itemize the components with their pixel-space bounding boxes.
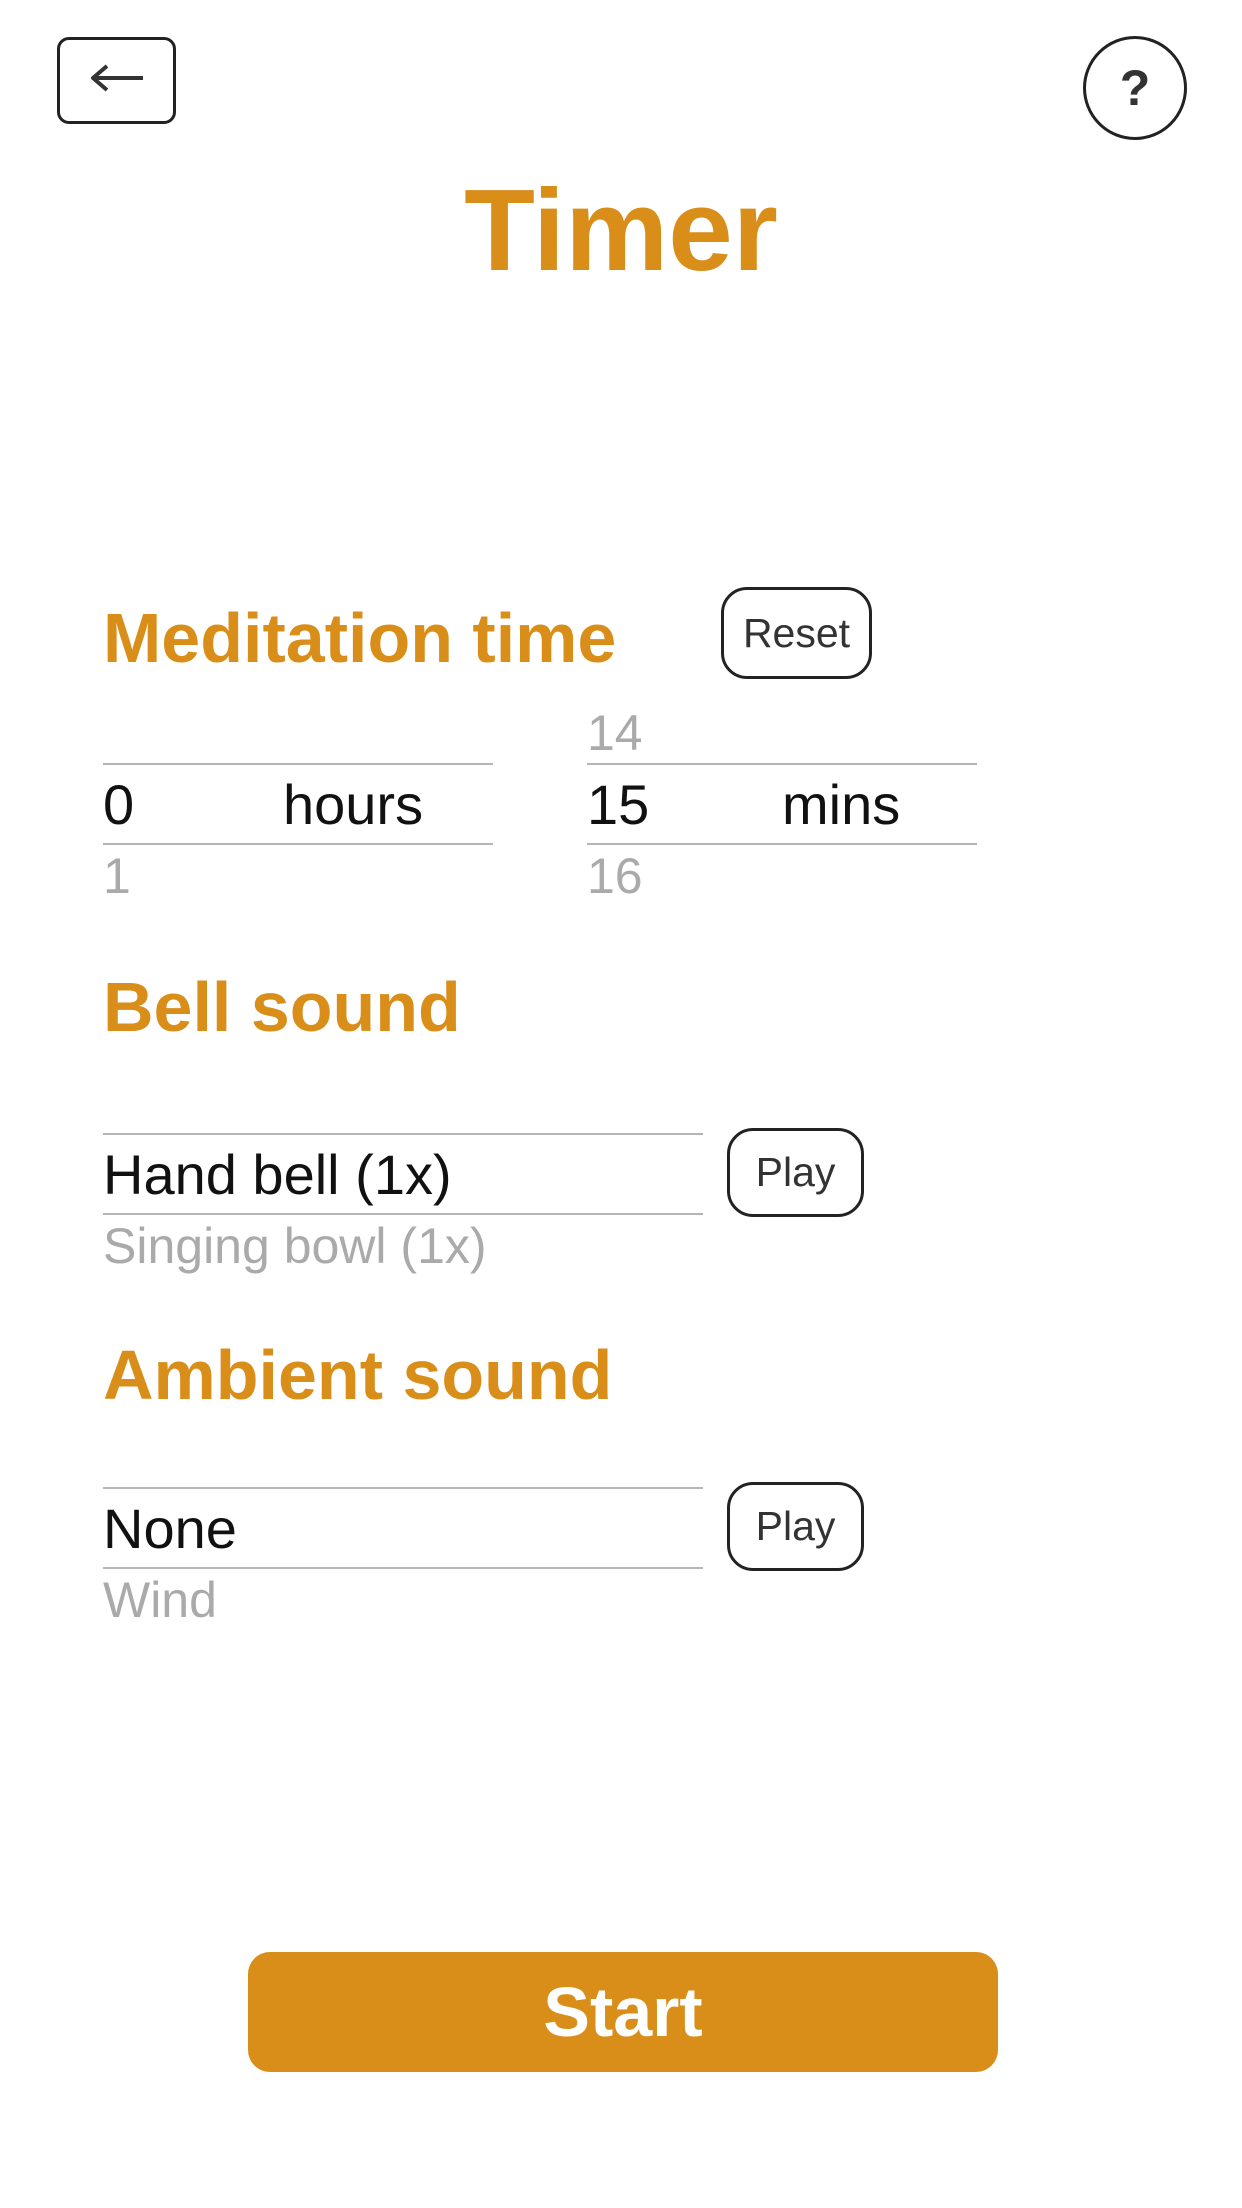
hours-value: 0 — [103, 773, 135, 836]
minutes-picker-top-divider — [587, 763, 977, 765]
hours-picker-bottom-divider — [103, 843, 493, 845]
bell-picker-bottom-divider — [103, 1213, 703, 1215]
ambient-sound-picker[interactable]: None Wind — [103, 1482, 703, 1647]
reset-button[interactable]: Reset — [721, 587, 872, 679]
minutes-picker[interactable]: 14 15 mins 16 — [587, 686, 977, 922]
start-button[interactable]: Start — [248, 1952, 998, 2072]
ambient-play-button[interactable]: Play — [727, 1482, 864, 1571]
ambient-picker-top-divider — [103, 1487, 703, 1489]
ambient-next-value: Wind — [103, 1572, 217, 1628]
hours-picker-above — [103, 686, 203, 702]
bell-selected-value: Hand bell (1x) — [103, 1143, 452, 1206]
arrow-left-icon — [89, 63, 145, 98]
minutes-previous-value: 14 — [587, 705, 643, 761]
meditation-time-heading: Meditation time — [103, 599, 617, 677]
ambient-sound-heading: Ambient sound — [103, 1336, 613, 1414]
bell-next-value: Singing bowl (1x) — [103, 1218, 487, 1274]
ambient-selected-value: None — [103, 1497, 237, 1560]
ambient-picker-bottom-divider — [103, 1567, 703, 1569]
bell-sound-picker[interactable]: Hand bell (1x) Singing bowl (1x) — [103, 1128, 703, 1293]
minutes-next-value: 16 — [587, 848, 643, 904]
hours-next-value: 1 — [103, 848, 131, 904]
minutes-unit-label: mins — [782, 773, 901, 836]
minutes-picker-bottom-divider — [587, 843, 977, 845]
hours-picker[interactable]: 0 hours 1 — [103, 686, 493, 922]
back-button[interactable] — [57, 37, 176, 124]
hours-unit-label: hours — [283, 773, 424, 836]
minutes-value: 15 — [587, 773, 650, 836]
question-mark-icon: ? — [1119, 60, 1151, 116]
bell-sound-heading: Bell sound — [103, 968, 461, 1046]
help-button[interactable]: ? — [1083, 36, 1187, 140]
hours-picker-top-divider — [103, 763, 493, 765]
page-title: Timer — [464, 165, 778, 295]
bell-play-button[interactable]: Play — [727, 1128, 864, 1217]
bell-picker-top-divider — [103, 1133, 703, 1135]
start-button-label: Start — [543, 1973, 703, 2051]
